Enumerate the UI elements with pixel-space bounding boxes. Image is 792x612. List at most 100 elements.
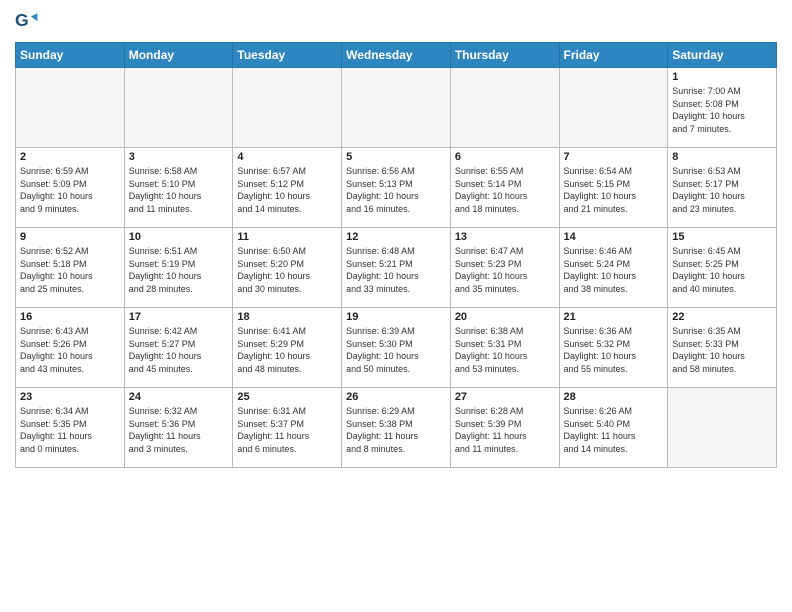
- day-number: 10: [129, 231, 229, 243]
- calendar-cell: [668, 388, 777, 468]
- day-info: Sunrise: 6:58 AM Sunset: 5:10 PM Dayligh…: [129, 165, 229, 215]
- day-number: 5: [346, 151, 446, 163]
- day-info: Sunrise: 6:42 AM Sunset: 5:27 PM Dayligh…: [129, 325, 229, 375]
- day-info: Sunrise: 6:48 AM Sunset: 5:21 PM Dayligh…: [346, 245, 446, 295]
- day-number: 3: [129, 151, 229, 163]
- day-number: 24: [129, 391, 229, 403]
- calendar-cell: 18 Sunrise: 6:41 AM Sunset: 5:29 PM Dayli…: [233, 308, 342, 388]
- calendar-cell: 26 Sunrise: 6:29 AM Sunset: 5:38 PM Dayli…: [342, 388, 451, 468]
- day-number: 20: [455, 311, 555, 323]
- svg-text:G: G: [15, 10, 29, 30]
- day-info: Sunrise: 6:34 AM Sunset: 5:35 PM Dayligh…: [20, 405, 120, 455]
- calendar-cell: 25 Sunrise: 6:31 AM Sunset: 5:37 PM Dayli…: [233, 388, 342, 468]
- day-info: Sunrise: 6:31 AM Sunset: 5:37 PM Dayligh…: [237, 405, 337, 455]
- day-number: 12: [346, 231, 446, 243]
- day-info: Sunrise: 7:00 AM Sunset: 5:08 PM Dayligh…: [672, 85, 772, 135]
- day-of-week-header: Tuesday: [233, 43, 342, 68]
- calendar-week-row: 2 Sunrise: 6:59 AM Sunset: 5:09 PM Daylig…: [16, 148, 777, 228]
- calendar-week-row: 1 Sunrise: 7:00 AM Sunset: 5:08 PM Daylig…: [16, 68, 777, 148]
- day-number: 23: [20, 391, 120, 403]
- calendar-cell: 12 Sunrise: 6:48 AM Sunset: 5:21 PM Dayli…: [342, 228, 451, 308]
- calendar-cell: 19 Sunrise: 6:39 AM Sunset: 5:30 PM Dayli…: [342, 308, 451, 388]
- day-info: Sunrise: 6:45 AM Sunset: 5:25 PM Dayligh…: [672, 245, 772, 295]
- day-number: 22: [672, 311, 772, 323]
- page: G SundayMondayTuesdayWednesdayThursdayFr…: [0, 0, 792, 612]
- calendar-cell: 5 Sunrise: 6:56 AM Sunset: 5:13 PM Daylig…: [342, 148, 451, 228]
- day-info: Sunrise: 6:57 AM Sunset: 5:12 PM Dayligh…: [237, 165, 337, 215]
- calendar-cell: 4 Sunrise: 6:57 AM Sunset: 5:12 PM Daylig…: [233, 148, 342, 228]
- calendar-cell: 8 Sunrise: 6:53 AM Sunset: 5:17 PM Daylig…: [668, 148, 777, 228]
- day-number: 27: [455, 391, 555, 403]
- calendar-cell: 23 Sunrise: 6:34 AM Sunset: 5:35 PM Dayli…: [16, 388, 125, 468]
- day-number: 8: [672, 151, 772, 163]
- day-number: 16: [20, 311, 120, 323]
- calendar-cell: [233, 68, 342, 148]
- day-number: 7: [564, 151, 664, 163]
- calendar-cell: [124, 68, 233, 148]
- calendar-cell: 10 Sunrise: 6:51 AM Sunset: 5:19 PM Dayli…: [124, 228, 233, 308]
- day-number: 18: [237, 311, 337, 323]
- day-info: Sunrise: 6:29 AM Sunset: 5:38 PM Dayligh…: [346, 405, 446, 455]
- calendar-table: SundayMondayTuesdayWednesdayThursdayFrid…: [15, 42, 777, 468]
- day-info: Sunrise: 6:32 AM Sunset: 5:36 PM Dayligh…: [129, 405, 229, 455]
- calendar-week-row: 16 Sunrise: 6:43 AM Sunset: 5:26 PM Dayli…: [16, 308, 777, 388]
- day-info: Sunrise: 6:55 AM Sunset: 5:14 PM Dayligh…: [455, 165, 555, 215]
- day-info: Sunrise: 6:35 AM Sunset: 5:33 PM Dayligh…: [672, 325, 772, 375]
- calendar-header-row: SundayMondayTuesdayWednesdayThursdayFrid…: [16, 43, 777, 68]
- calendar-cell: [342, 68, 451, 148]
- day-number: 11: [237, 231, 337, 243]
- calendar-cell: 1 Sunrise: 7:00 AM Sunset: 5:08 PM Daylig…: [668, 68, 777, 148]
- calendar-cell: 15 Sunrise: 6:45 AM Sunset: 5:25 PM Dayli…: [668, 228, 777, 308]
- day-info: Sunrise: 6:47 AM Sunset: 5:23 PM Dayligh…: [455, 245, 555, 295]
- calendar-week-row: 9 Sunrise: 6:52 AM Sunset: 5:18 PM Daylig…: [16, 228, 777, 308]
- calendar-week-row: 23 Sunrise: 6:34 AM Sunset: 5:35 PM Dayli…: [16, 388, 777, 468]
- day-info: Sunrise: 6:54 AM Sunset: 5:15 PM Dayligh…: [564, 165, 664, 215]
- calendar-cell: 6 Sunrise: 6:55 AM Sunset: 5:14 PM Daylig…: [450, 148, 559, 228]
- day-number: 26: [346, 391, 446, 403]
- day-info: Sunrise: 6:59 AM Sunset: 5:09 PM Dayligh…: [20, 165, 120, 215]
- logo: G: [15, 10, 41, 34]
- day-info: Sunrise: 6:36 AM Sunset: 5:32 PM Dayligh…: [564, 325, 664, 375]
- calendar-cell: 7 Sunrise: 6:54 AM Sunset: 5:15 PM Daylig…: [559, 148, 668, 228]
- day-number: 21: [564, 311, 664, 323]
- day-number: 15: [672, 231, 772, 243]
- day-info: Sunrise: 6:39 AM Sunset: 5:30 PM Dayligh…: [346, 325, 446, 375]
- day-number: 9: [20, 231, 120, 243]
- calendar-cell: 3 Sunrise: 6:58 AM Sunset: 5:10 PM Daylig…: [124, 148, 233, 228]
- day-info: Sunrise: 6:28 AM Sunset: 5:39 PM Dayligh…: [455, 405, 555, 455]
- day-info: Sunrise: 6:52 AM Sunset: 5:18 PM Dayligh…: [20, 245, 120, 295]
- calendar-cell: 24 Sunrise: 6:32 AM Sunset: 5:36 PM Dayli…: [124, 388, 233, 468]
- day-number: 17: [129, 311, 229, 323]
- day-number: 13: [455, 231, 555, 243]
- day-number: 1: [672, 71, 772, 83]
- logo-icon: G: [15, 10, 39, 34]
- calendar-cell: 27 Sunrise: 6:28 AM Sunset: 5:39 PM Dayli…: [450, 388, 559, 468]
- day-number: 25: [237, 391, 337, 403]
- calendar-cell: 22 Sunrise: 6:35 AM Sunset: 5:33 PM Dayli…: [668, 308, 777, 388]
- day-number: 2: [20, 151, 120, 163]
- day-info: Sunrise: 6:46 AM Sunset: 5:24 PM Dayligh…: [564, 245, 664, 295]
- day-of-week-header: Saturday: [668, 43, 777, 68]
- day-info: Sunrise: 6:51 AM Sunset: 5:19 PM Dayligh…: [129, 245, 229, 295]
- calendar-cell: [16, 68, 125, 148]
- day-info: Sunrise: 6:26 AM Sunset: 5:40 PM Dayligh…: [564, 405, 664, 455]
- day-of-week-header: Friday: [559, 43, 668, 68]
- calendar-cell: 14Sunrise: 6:46 AM Sunset: 5:24 PM Dayli…: [559, 228, 668, 308]
- day-info: Sunrise: 6:50 AM Sunset: 5:20 PM Dayligh…: [237, 245, 337, 295]
- day-of-week-header: Sunday: [16, 43, 125, 68]
- calendar-cell: 28Sunrise: 6:26 AM Sunset: 5:40 PM Dayli…: [559, 388, 668, 468]
- day-info: Sunrise: 6:43 AM Sunset: 5:26 PM Dayligh…: [20, 325, 120, 375]
- calendar-cell: 16 Sunrise: 6:43 AM Sunset: 5:26 PM Dayli…: [16, 308, 125, 388]
- calendar-cell: 21 Sunrise: 6:36 AM Sunset: 5:32 PM Dayli…: [559, 308, 668, 388]
- day-number: 4: [237, 151, 337, 163]
- day-number: 6: [455, 151, 555, 163]
- header: G: [15, 10, 777, 34]
- day-info: Sunrise: 6:53 AM Sunset: 5:17 PM Dayligh…: [672, 165, 772, 215]
- day-of-week-header: Wednesday: [342, 43, 451, 68]
- calendar-cell: 13 Sunrise: 6:47 AM Sunset: 5:23 PM Dayli…: [450, 228, 559, 308]
- calendar-cell: 17 Sunrise: 6:42 AM Sunset: 5:27 PM Dayli…: [124, 308, 233, 388]
- day-info: Sunrise: 6:56 AM Sunset: 5:13 PM Dayligh…: [346, 165, 446, 215]
- day-info: Sunrise: 6:41 AM Sunset: 5:29 PM Dayligh…: [237, 325, 337, 375]
- calendar-cell: 20Sunrise: 6:38 AM Sunset: 5:31 PM Dayli…: [450, 308, 559, 388]
- day-number: 19: [346, 311, 446, 323]
